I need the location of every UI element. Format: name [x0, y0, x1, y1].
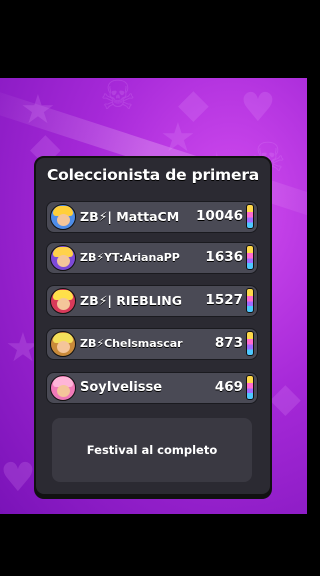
player-avatar — [50, 331, 76, 357]
player-name: ZB⚡Chelsmascar — [80, 337, 183, 350]
player-name: ZB⚡| RIEBLING — [80, 293, 182, 308]
player-name: ZB⚡| MattaCM — [80, 209, 180, 224]
rainbow-token-icon — [246, 204, 254, 229]
player-score: 1636 — [205, 249, 243, 265]
player-name: ZB⚡YT:ArianaPP — [80, 251, 180, 264]
festival-status-text: Festival al completo — [86, 443, 218, 457]
background-skull-icon: ☠ — [100, 78, 136, 119]
player-avatar — [50, 245, 76, 271]
panel-title: Coleccionista de primera — [46, 166, 260, 184]
player-score: 469 — [214, 379, 243, 395]
festival-status-box: Festival al completo — [52, 418, 252, 482]
background-gem-icon: ◆ — [270, 375, 301, 421]
leaderboard-row[interactable]: ZB⚡| RIEBLING 1527 — [46, 285, 258, 317]
rainbow-token-icon — [246, 245, 254, 270]
leaderboard-row[interactable]: ZB⚡| MattaCM 10046 — [46, 201, 258, 233]
background-star-icon: ★ — [20, 87, 56, 133]
background-heart-icon: ♥ — [0, 455, 36, 501]
leaderboard-row[interactable]: ZB⚡YT:ArianaPP 1636 — [46, 242, 258, 274]
player-avatar — [50, 288, 76, 314]
background-heart-icon: ♥ — [240, 85, 276, 131]
collector-leaderboard-panel: Coleccionista de primera ZB⚡| MattaCM 10… — [34, 156, 272, 496]
leaderboard-row[interactable]: SoyIvelisse 469 — [46, 372, 258, 404]
player-score: 1527 — [205, 292, 243, 308]
player-score: 10046 — [196, 208, 243, 224]
leaderboard-row[interactable]: ZB⚡Chelsmascar 873 — [46, 328, 258, 360]
rainbow-token-icon — [246, 331, 254, 356]
rainbow-token-icon — [246, 375, 254, 400]
rainbow-token-icon — [246, 288, 254, 313]
background-star-icon: ★ — [160, 115, 196, 161]
player-avatar — [50, 375, 76, 401]
player-avatar — [50, 204, 76, 230]
player-score: 873 — [214, 335, 243, 351]
player-name: SoyIvelisse — [80, 380, 163, 395]
